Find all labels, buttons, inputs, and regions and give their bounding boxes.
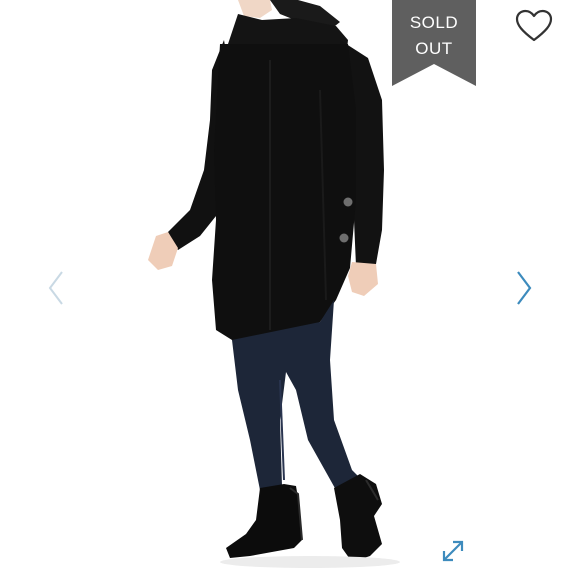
sold-out-line-1: SOLD (409, 13, 459, 32)
chevron-right-icon (517, 271, 532, 305)
expand-arrows-icon (442, 540, 464, 562)
favorite-button[interactable] (512, 6, 556, 46)
expand-image-button[interactable] (438, 536, 468, 566)
sold-out-line-2: OUT (415, 39, 453, 58)
image-viewer: SOLD OUT (0, 0, 580, 580)
model-in-black-sweater-illustration (148, 0, 400, 568)
heart-outline-icon (515, 9, 553, 42)
product-photo[interactable] (120, 0, 420, 580)
chevron-left-icon (48, 271, 63, 305)
sold-out-label: SOLD OUT (392, 10, 476, 62)
sold-out-badge: SOLD OUT (392, 0, 476, 86)
next-image-button[interactable] (510, 266, 536, 310)
previous-image-button[interactable] (44, 266, 70, 310)
